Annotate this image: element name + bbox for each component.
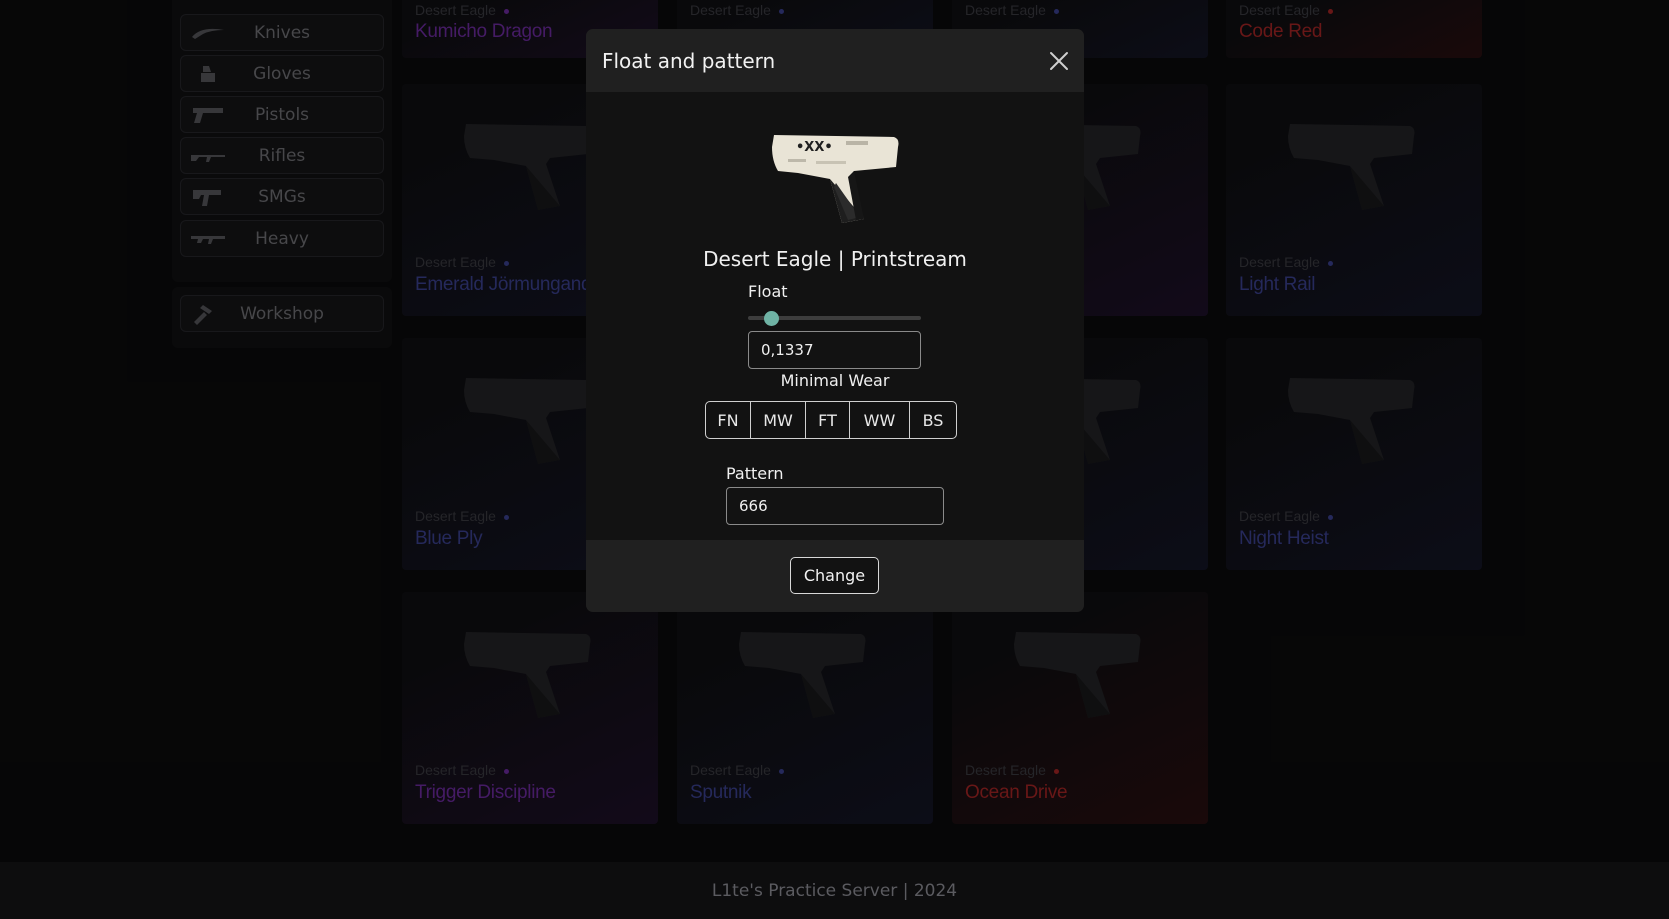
close-icon[interactable] (1048, 50, 1070, 72)
wear-name: Minimal Wear (780, 371, 890, 390)
item-name: Desert Eagle | Printstream (703, 247, 967, 271)
svg-text:•XX•: •XX• (796, 140, 833, 155)
footer-text: L1te's Practice Server | 2024 (711, 880, 958, 901)
pattern-input[interactable] (726, 487, 944, 525)
float-label: Float (748, 282, 788, 301)
float-input[interactable] (748, 331, 921, 369)
wear-bs-button[interactable]: BS (910, 402, 956, 438)
wear-button-group: FN MW FT WW BS (705, 401, 957, 439)
pattern-label: Pattern (726, 464, 784, 483)
float-slider[interactable] (748, 311, 921, 326)
change-button[interactable]: Change (790, 557, 879, 594)
skin-preview-image: •XX• (768, 121, 904, 231)
modal-header: Float and pattern (586, 29, 1084, 92)
wear-ww-button[interactable]: WW (850, 402, 910, 438)
modal-footer: Change (586, 540, 1084, 612)
footer: L1te's Practice Server | 2024 (0, 862, 1669, 919)
wear-ft-button[interactable]: FT (806, 402, 850, 438)
float-pattern-modal: Float and pattern •XX• Desert Eagle | Pr… (586, 29, 1084, 612)
modal-title: Float and pattern (602, 48, 776, 73)
float-slider-thumb[interactable] (764, 311, 780, 326)
wear-fn-button[interactable]: FN (706, 402, 751, 438)
wear-mw-button[interactable]: MW (751, 402, 806, 438)
